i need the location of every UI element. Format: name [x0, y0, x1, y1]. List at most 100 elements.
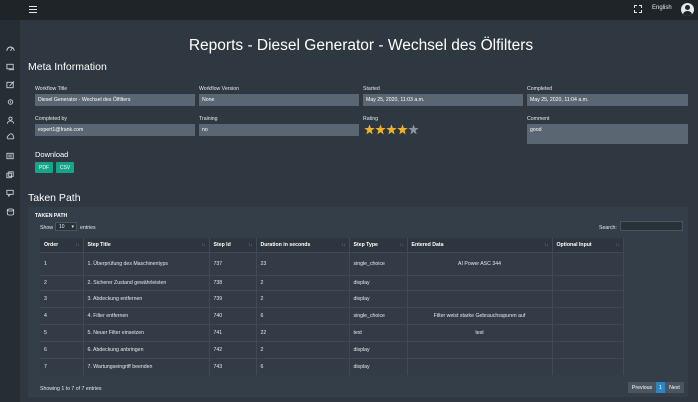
workflow-version-label: Workflow Version: [199, 86, 239, 92]
table-cell: [407, 357, 553, 375]
sort-icon: ↑↓: [248, 242, 253, 247]
started-value: May 25, 2020, 11:03 a.m.: [363, 94, 523, 106]
entries-select[interactable]: 10: [55, 222, 77, 231]
table-cell: 4. Filter entfernen: [83, 306, 210, 324]
completed-value: May 25, 2020, 11:04 a.m.: [527, 94, 688, 106]
table-cell: 737: [209, 251, 257, 275]
previous-page-button[interactable]: Previous: [628, 382, 656, 393]
sort-icon: ↑↓: [341, 242, 346, 247]
table-row: 1 1. Überprüfung des Maschinentyps 737 23 si…: [40, 251, 624, 275]
hamburger-menu-icon[interactable]: [29, 6, 37, 13]
table-cell: 738: [209, 274, 257, 290]
user-icon[interactable]: [6, 116, 15, 124]
star-empty-icon: [408, 124, 419, 135]
copy-icon[interactable]: [6, 171, 15, 179]
table-cell: 7. Wartungseingriff beenden: [83, 357, 210, 375]
star-filled-icon: [364, 124, 375, 135]
table-cell: 7: [40, 357, 84, 375]
table-cell: [407, 289, 553, 307]
taken-path-heading: Taken Path: [28, 192, 81, 204]
star-filled-icon: [375, 124, 386, 135]
table-cell: 6: [40, 340, 84, 358]
table-cell: 2: [256, 340, 350, 358]
table-cell: single_choice: [349, 251, 408, 275]
user-avatar-icon[interactable]: [681, 3, 694, 16]
sort-icon: ↑↓: [399, 242, 404, 247]
table-row: 7 7. Wartungseingriff beenden 743 6 display: [40, 357, 624, 375]
star-filled-icon: [386, 124, 397, 135]
star-filled-icon: [397, 124, 408, 135]
workflow-title-label: Workflow Title: [35, 86, 68, 92]
table-cell: test: [407, 323, 553, 341]
table-row: 4 4. Filter entfernen 740 6 single_choice Fil…: [40, 306, 624, 324]
column-header-order[interactable]: Order ↑↓: [40, 238, 84, 252]
table-row: 2 2. Sicherer Zustand gewährleisten 738 2 di…: [40, 274, 624, 290]
completed-label: Completed: [527, 86, 553, 92]
table-cell: text: [349, 323, 408, 341]
dashboard-icon[interactable]: [6, 44, 15, 51]
table-cell: 741: [209, 323, 257, 341]
rating-label: Rating: [363, 116, 378, 122]
taken-path-table: Order ↑↓ Step Title ↑↓ Step Id ↑↓ Duration …: [40, 238, 624, 375]
table-cell: 2: [256, 289, 350, 307]
workflow-version-value: None: [199, 94, 359, 106]
table-cell: AI Power ASC 344: [407, 251, 553, 275]
table-cell: [552, 251, 624, 275]
table-cell: 6. Abdeckung anbringen: [83, 340, 210, 358]
table-cell: [552, 340, 624, 358]
completed-by-value: expert1@frank.com: [35, 124, 195, 136]
workflow-title-value: Diesel Generator - Wechsel des Ölfilters: [35, 94, 195, 106]
table-row: 6 6. Abdeckung anbringen 742 2 display: [40, 340, 624, 358]
table-cell: 2: [256, 274, 350, 290]
chat-icon[interactable]: [6, 189, 15, 197]
table-cell: 743: [209, 357, 257, 375]
pdf-download-button[interactable]: PDF: [35, 162, 53, 173]
column-header-duration[interactable]: Duration in seconds ↑↓: [256, 238, 350, 252]
settings-icon[interactable]: [6, 98, 15, 105]
page-1-button[interactable]: 1: [656, 382, 665, 393]
completed-by-label: Completed by: [35, 116, 68, 122]
database-icon[interactable]: [6, 208, 15, 216]
search-label: Search:: [599, 225, 617, 231]
table-cell: 742: [209, 340, 257, 358]
table-cell: [407, 340, 553, 358]
download-heading: Download: [35, 150, 69, 159]
table-cell: 23: [256, 251, 350, 275]
table-cell: Filter weist starke Gebrauchsspuren auf: [407, 306, 553, 324]
table-cell: 739: [209, 289, 257, 307]
sort-icon: ↑↓: [201, 242, 206, 247]
top-bar: [0, 0, 698, 20]
table-row: 3 3. Abdeckung entfernen 739 2 display: [40, 289, 624, 307]
edit-icon[interactable]: [6, 81, 15, 89]
table-cell: 6: [256, 357, 350, 375]
table-cell: 1: [40, 251, 84, 275]
csv-download-button[interactable]: CSV: [56, 162, 74, 173]
next-page-button[interactable]: Next: [665, 382, 684, 393]
search-input[interactable]: [620, 221, 683, 231]
column-header-optional-input[interactable]: Optional Input ↑↓: [552, 238, 624, 252]
sort-icon: ↑↓: [615, 242, 620, 247]
table-cell: [407, 274, 553, 290]
cloud-icon[interactable]: [6, 133, 15, 140]
column-header-step-type[interactable]: Step Type ↑↓: [349, 238, 408, 252]
table-cell: 2: [40, 274, 84, 290]
training-value: no: [199, 124, 359, 136]
column-header-entered-data[interactable]: Entered Data ↑↓: [407, 238, 553, 252]
taken-path-panel-label: TAKEN PATH: [35, 213, 68, 219]
sort-icon: ↑↓: [544, 242, 549, 247]
workflow-icon[interactable]: [6, 63, 15, 71]
page-title: Reports - Diesel Generator - Wechsel des…: [188, 37, 534, 54]
entries-label: entries: [80, 225, 96, 231]
table-cell: [552, 289, 624, 307]
table-cell: 6: [256, 306, 350, 324]
meta-information-heading: Meta Information: [28, 61, 107, 73]
table-cell: [552, 274, 624, 290]
fullscreen-icon[interactable]: [634, 5, 642, 13]
report-icon[interactable]: [6, 152, 15, 160]
column-header-step-id[interactable]: Step Id ↑↓: [209, 238, 257, 252]
table-cell: [552, 357, 624, 375]
table-cell: [552, 306, 624, 324]
language-selector[interactable]: English: [652, 5, 672, 11]
comment-value: good: [527, 124, 688, 144]
column-header-step-title[interactable]: Step Title ↑↓: [83, 238, 210, 252]
